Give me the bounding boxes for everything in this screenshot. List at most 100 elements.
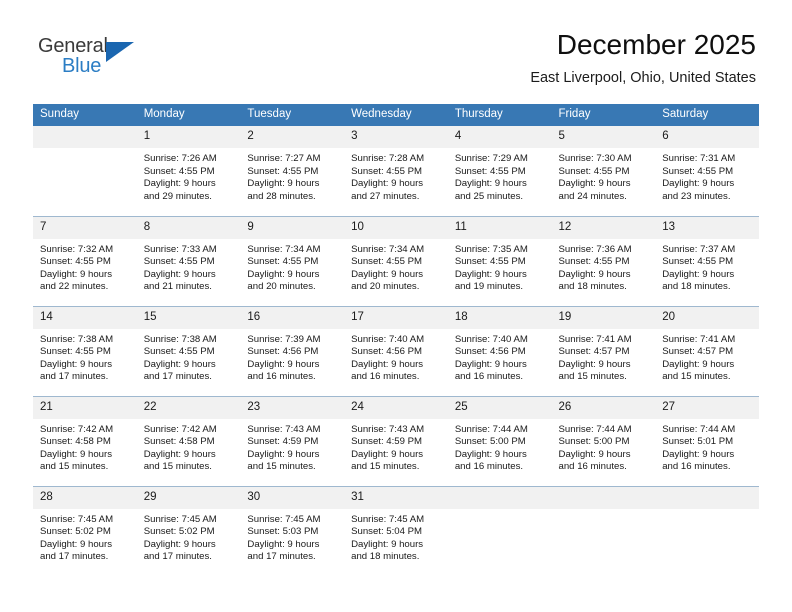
- day-details: Sunrise: 7:36 AM Sunset: 4:55 PM Daylight:…: [552, 239, 656, 294]
- calendar-day-cell[interactable]: 31 Sunrise: 7:45 AM Sunset: 5:04 PM Dayligh…: [344, 485, 448, 576]
- sunset-time: Sunset: 4:55 PM: [351, 165, 423, 177]
- day-details: Sunrise: 7:31 AM Sunset: 4:55 PM Daylight:…: [655, 148, 759, 203]
- location-subtitle: East Liverpool, Ohio, United States: [530, 70, 756, 86]
- day-number: 31: [344, 486, 448, 509]
- daylight-line-1: Daylight: 9 hours: [662, 358, 735, 370]
- sunset-time: Sunset: 4:55 PM: [40, 256, 111, 268]
- calendar-day-cell[interactable]: 15 Sunrise: 7:38 AM Sunset: 4:55 PM Dayligh…: [136, 305, 241, 396]
- daylight-line-1: Daylight: 9 hours: [40, 538, 112, 550]
- calendar-day-cell[interactable]: 30 Sunrise: 7:45 AM Sunset: 5:03 PM Dayligh…: [240, 485, 345, 576]
- calendar-day-cell[interactable]: 12 Sunrise: 7:36 AM Sunset: 4:55 PM Dayligh…: [551, 215, 656, 306]
- calendar-day-cell[interactable]: 5 Sunrise: 7:30 AM Sunset: 4:55 PM Daylight…: [551, 126, 656, 216]
- calendar-day-cell[interactable]: 14 Sunrise: 7:38 AM Sunset: 4:55 PM Dayligh…: [33, 305, 137, 396]
- calendar-body: 1 Sunrise: 7:26 AM Sunset: 4:55 PM Daylight…: [33, 126, 759, 576]
- calendar-day-cell[interactable]: 23 Sunrise: 7:43 AM Sunset: 4:59 PM Dayligh…: [240, 395, 345, 486]
- calendar-day-cell[interactable]: 26 Sunrise: 7:44 AM Sunset: 5:00 PM Dayligh…: [551, 395, 656, 486]
- day-details: Sunrise: 7:45 AM Sunset: 5:03 PM Daylight:…: [240, 509, 344, 564]
- calendar-day-cell[interactable]: 28 Sunrise: 7:45 AM Sunset: 5:02 PM Dayligh…: [33, 485, 137, 576]
- sunset-time: Sunset: 4:55 PM: [558, 165, 630, 177]
- daylight-line-2: and 16 minutes.: [454, 461, 524, 473]
- calendar-day-cell[interactable]: 9 Sunrise: 7:34 AM Sunset: 4:55 PM Daylight…: [240, 215, 345, 306]
- calendar-day-cell[interactable]: 18 Sunrise: 7:40 AM Sunset: 4:56 PM Dayligh…: [447, 305, 552, 396]
- calendar-day-cell[interactable]: 29 Sunrise: 7:45 AM Sunset: 5:02 PM Dayligh…: [136, 485, 241, 576]
- calendar-day-cell[interactable]: 6 Sunrise: 7:31 AM Sunset: 4:55 PM Daylight…: [655, 126, 759, 216]
- day-details: Sunrise: 7:30 AM Sunset: 4:55 PM Daylight:…: [552, 148, 656, 203]
- sunset-time: Sunset: 5:02 PM: [40, 526, 111, 538]
- sunset-time: Sunset: 4:55 PM: [454, 256, 526, 268]
- calendar-day-cell[interactable]: 20 Sunrise: 7:41 AM Sunset: 4:57 PM Dayligh…: [655, 305, 759, 396]
- day-details: Sunrise: 7:45 AM Sunset: 5:02 PM Daylight:…: [33, 509, 137, 564]
- daylight-line-2: and 15 minutes.: [662, 371, 731, 383]
- sunrise-time: Sunrise: 7:27 AM: [247, 153, 321, 164]
- daylight-line-2: and 29 minutes.: [143, 190, 212, 202]
- sunset-time: Sunset: 4:59 PM: [247, 436, 319, 448]
- day-number: 23: [240, 396, 345, 419]
- sunset-time: Sunset: 4:56 PM: [454, 346, 526, 358]
- day-number: [551, 486, 656, 509]
- day-details: Sunrise: 7:32 AM Sunset: 4:55 PM Daylight:…: [33, 239, 137, 294]
- sunrise-time: Sunrise: 7:42 AM: [40, 423, 114, 435]
- day-details: Sunrise: 7:45 AM Sunset: 5:04 PM Daylight:…: [344, 509, 448, 564]
- calendar-day-cell[interactable]: 10 Sunrise: 7:34 AM Sunset: 4:55 PM Dayligh…: [344, 215, 448, 306]
- day-number: 14: [33, 306, 137, 329]
- sunrise-time: Sunrise: 7:32 AM: [40, 243, 114, 255]
- sunrise-time: Sunrise: 7:44 AM: [558, 423, 632, 435]
- day-number: [655, 486, 759, 509]
- sunset-time: Sunset: 4:55 PM: [247, 256, 319, 268]
- page-title: December 2025: [556, 29, 756, 60]
- day-details: Sunrise: 7:40 AM Sunset: 4:56 PM Daylight:…: [344, 329, 448, 384]
- daylight-line-2: and 15 minutes.: [40, 461, 109, 473]
- calendar-day-cell[interactable]: 27 Sunrise: 7:44 AM Sunset: 5:01 PM Dayligh…: [655, 395, 759, 486]
- sunrise-time: Sunrise: 7:28 AM: [351, 153, 425, 164]
- day-details: Sunrise: 7:41 AM Sunset: 4:57 PM Daylight:…: [552, 329, 656, 384]
- sunset-time: Sunset: 4:56 PM: [351, 346, 423, 358]
- daylight-line-1: Daylight: 9 hours: [454, 268, 527, 280]
- day-number: [33, 126, 137, 148]
- daylight-line-1: Daylight: 9 hours: [40, 358, 112, 370]
- sunset-time: Sunset: 4:55 PM: [351, 256, 423, 268]
- calendar-day-cell[interactable]: 8 Sunrise: 7:33 AM Sunset: 4:55 PM Daylight…: [136, 215, 241, 306]
- sunrise-time: Sunrise: 7:39 AM: [247, 333, 321, 345]
- calendar-day-cell[interactable]: 1 Sunrise: 7:26 AM Sunset: 4:55 PM Daylight…: [136, 126, 241, 216]
- calendar-day-cell[interactable]: 21 Sunrise: 7:42 AM Sunset: 4:58 PM Dayligh…: [33, 395, 137, 486]
- calendar-day-cell[interactable]: 25 Sunrise: 7:44 AM Sunset: 5:00 PM Dayligh…: [447, 395, 552, 486]
- calendar-day-cell[interactable]: 3 Sunrise: 7:28 AM Sunset: 4:55 PM Daylight…: [344, 126, 448, 216]
- daylight-line-2: and 16 minutes.: [662, 461, 731, 473]
- sunset-time: Sunset: 5:04 PM: [351, 526, 423, 538]
- calendar-day-cell[interactable]: 16 Sunrise: 7:39 AM Sunset: 4:56 PM Dayligh…: [240, 305, 345, 396]
- daylight-line-1: Daylight: 9 hours: [662, 448, 735, 460]
- calendar-day-cell[interactable]: 11 Sunrise: 7:35 AM Sunset: 4:55 PM Dayligh…: [447, 215, 552, 306]
- calendar-week-row: 21 Sunrise: 7:42 AM Sunset: 4:58 PM Dayligh…: [33, 395, 759, 486]
- general-blue-logo[interactable]: General Blue: [38, 34, 158, 86]
- sunrise-time: Sunrise: 7:45 AM: [40, 513, 114, 525]
- daylight-line-2: and 19 minutes.: [454, 281, 524, 293]
- calendar-day-cell[interactable]: 2 Sunrise: 7:27 AM Sunset: 4:55 PM Daylight…: [240, 126, 345, 216]
- calendar-day-cell[interactable]: 4 Sunrise: 7:29 AM Sunset: 4:55 PM Daylight…: [447, 126, 552, 216]
- day-number: 25: [447, 396, 552, 419]
- calendar-day-cell[interactable]: 17 Sunrise: 7:40 AM Sunset: 4:56 PM Dayligh…: [344, 305, 448, 396]
- daylight-line-2: and 24 minutes.: [558, 190, 627, 202]
- day-number: 6: [655, 126, 759, 148]
- calendar-day-cell[interactable]: 13 Sunrise: 7:37 AM Sunset: 4:55 PM Dayligh…: [655, 215, 759, 306]
- calendar-day-cell[interactable]: 7 Sunrise: 7:32 AM Sunset: 4:55 PM Daylight…: [33, 215, 137, 306]
- day-details: Sunrise: 7:43 AM Sunset: 4:59 PM Daylight:…: [240, 419, 344, 474]
- daylight-line-1: Daylight: 9 hours: [558, 178, 631, 190]
- calendar-day-cell-empty: [447, 485, 552, 576]
- daylight-line-1: Daylight: 9 hours: [662, 178, 735, 190]
- daylight-line-2: and 23 minutes.: [662, 190, 731, 202]
- sunrise-time: Sunrise: 7:41 AM: [558, 333, 632, 345]
- day-details: Sunrise: 7:45 AM Sunset: 5:02 PM Daylight:…: [137, 509, 241, 564]
- daylight-line-1: Daylight: 9 hours: [351, 268, 424, 280]
- sunset-time: Sunset: 5:02 PM: [143, 526, 215, 538]
- day-details: Sunrise: 7:44 AM Sunset: 5:01 PM Daylight:…: [655, 419, 759, 474]
- calendar-table: Sunday Monday Tuesday Wednesday Thursday…: [33, 104, 759, 576]
- daylight-line-1: Daylight: 9 hours: [143, 538, 216, 550]
- daylight-line-1: Daylight: 9 hours: [143, 178, 216, 190]
- sunrise-time: Sunrise: 7:45 AM: [143, 513, 217, 525]
- calendar-day-cell[interactable]: 24 Sunrise: 7:43 AM Sunset: 4:59 PM Dayligh…: [344, 395, 448, 486]
- daylight-line-2: and 20 minutes.: [351, 281, 420, 293]
- daylight-line-1: Daylight: 9 hours: [558, 268, 631, 280]
- daylight-line-1: Daylight: 9 hours: [40, 448, 112, 460]
- calendar-day-cell[interactable]: 22 Sunrise: 7:42 AM Sunset: 4:58 PM Dayligh…: [136, 395, 241, 486]
- calendar-day-cell[interactable]: 19 Sunrise: 7:41 AM Sunset: 4:57 PM Dayligh…: [551, 305, 656, 396]
